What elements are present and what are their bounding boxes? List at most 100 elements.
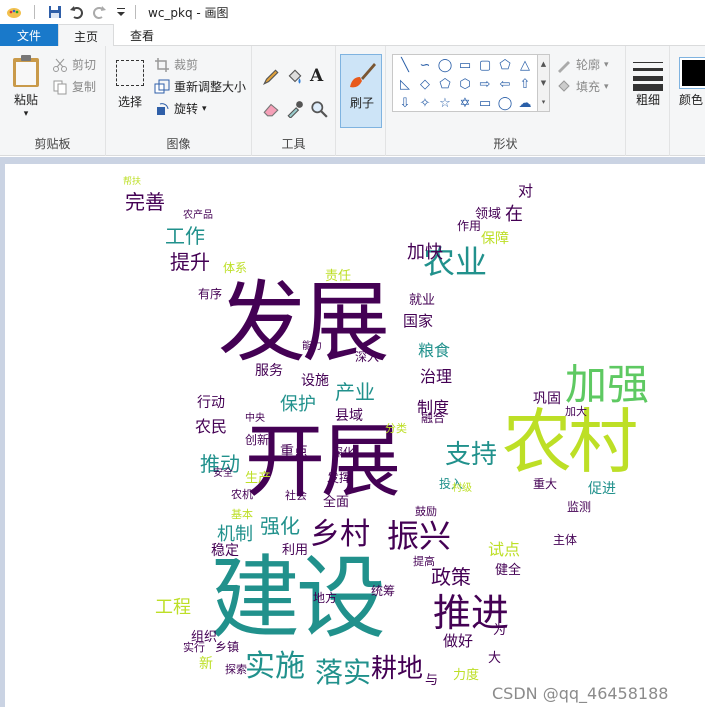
up-arrow-shape-icon[interactable]: ⇧ <box>515 75 535 94</box>
fill-button[interactable]: 填充 ▾ <box>556 78 609 95</box>
word-cloud-word: 实行 <box>183 641 205 654</box>
paste-button[interactable]: 粘贴 ▾ <box>6 50 46 124</box>
scissors-icon <box>53 58 67 72</box>
right-arrow-shape-icon[interactable]: ⇨ <box>475 75 495 94</box>
color-picker-icon[interactable] <box>286 100 304 118</box>
size-button[interactable]: 粗细 <box>630 56 666 128</box>
redo-icon[interactable] <box>91 4 107 20</box>
ribbon: 粘贴 ▾ 剪切 复制 剪贴板 选择 裁剪 重新调整大小 旋转 ▾ 图像 A 工具… <box>0 46 705 156</box>
diamond-shape-icon[interactable]: ◇ <box>415 75 435 94</box>
cut-label: 剪切 <box>72 58 97 72</box>
rect-callout-shape-icon[interactable]: ▭ <box>475 94 495 113</box>
word-cloud-word: 生产 <box>245 471 272 486</box>
workspace: 发展 开展 建设 农村 加强 农业 推进 振兴 乡村 落实 实施 耕地 支持 完善 工作 提升 产业 保护 推动 强化… <box>0 157 705 707</box>
word-cloud-word: 监测 <box>567 500 592 514</box>
word-cloud-word: 重点 <box>280 444 308 460</box>
word-cloud-word: 创新 <box>245 433 270 447</box>
word-cloud-word: 鼓励 <box>415 505 437 518</box>
resize-label: 重新调整大小 <box>174 80 247 94</box>
word-cloud-word: 服务 <box>255 363 283 379</box>
rotate-button[interactable]: 旋转 ▾ <box>154 100 207 117</box>
word-cloud-word: 实施 <box>245 649 305 684</box>
word-cloud-word: 村级 <box>452 483 472 494</box>
word-cloud-word: 大 <box>488 651 502 666</box>
curve-shape-icon[interactable]: ∽ <box>415 56 435 75</box>
save-icon[interactable] <box>47 4 63 20</box>
word-cloud-word: 工程 <box>155 597 191 618</box>
eraser-icon[interactable] <box>262 100 280 118</box>
word-cloud-word: 责任 <box>325 269 352 284</box>
word-cloud-word: 农民 <box>195 417 228 436</box>
triangle-shape-icon[interactable]: △ <box>515 56 535 75</box>
tab-file[interactable]: 文件 <box>0 24 58 46</box>
rounded-rectangle-shape-icon[interactable]: ▢ <box>475 56 495 75</box>
fill-bucket-icon[interactable] <box>286 68 304 86</box>
text-tool-icon[interactable]: A <box>310 66 323 86</box>
shapes-scrollbar[interactable]: ▲ ▼ ▾ <box>538 54 550 112</box>
resize-button[interactable]: 重新调整大小 <box>154 78 246 95</box>
down-arrow-shape-icon[interactable]: ⇩ <box>395 94 415 113</box>
hexagon-shape-icon[interactable]: ⬡ <box>455 75 475 94</box>
word-cloud-word: 强化 <box>260 514 300 538</box>
four-point-star-shape-icon[interactable]: ✧ <box>415 94 435 113</box>
select-label: 选择 <box>117 95 142 109</box>
crop-button[interactable]: 裁剪 <box>154 56 198 73</box>
word-cloud-word: 作用 <box>457 219 482 233</box>
oval-callout-shape-icon[interactable]: ◯ <box>495 94 515 113</box>
oval-shape-icon[interactable]: ◯ <box>435 56 455 75</box>
magnifier-icon[interactable] <box>310 100 328 118</box>
rectangle-shape-icon[interactable]: ▭ <box>455 56 475 75</box>
word-cloud-word: 试点 <box>488 540 521 559</box>
copy-label: 复制 <box>72 80 97 94</box>
brushes-group: 刷子 <box>336 46 386 156</box>
word-cloud-word: 体系 <box>223 261 248 275</box>
outline-button[interactable]: 轮廓 ▾ <box>556 56 609 73</box>
outline-dropdown-icon: ▾ <box>604 59 609 70</box>
copy-icon <box>53 80 67 94</box>
rotate-dropdown-icon: ▾ <box>202 103 207 114</box>
word-cloud-word: 稳定 <box>211 543 239 559</box>
title-separator <box>135 5 136 19</box>
color-label: 颜色 <box>678 93 703 107</box>
brushes-label: 刷子 <box>349 96 374 110</box>
customize-toolbar-icon[interactable] <box>113 4 129 20</box>
size-label: 粗细 <box>635 93 660 107</box>
clipboard-group-label: 剪贴板 <box>34 137 71 151</box>
shapes-gallery[interactable]: ╲ ∽ ◯ ▭ ▢ ⬠ △ ◺ ◇ ⬠ ⬡ ⇨ ⇦ ⇧ ⇩ ✧ ☆ ✡ ▭ ◯ … <box>392 54 538 112</box>
polygon-shape-icon[interactable]: ⬠ <box>495 56 515 75</box>
word-cloud-word: 国家 <box>403 312 434 330</box>
word-cloud-word: 有序 <box>198 287 223 301</box>
word-cloud-word: 发挥 <box>327 471 352 485</box>
cut-button[interactable]: 剪切 <box>52 56 96 73</box>
resize-icon <box>154 79 170 93</box>
word-cloud-word: 保护 <box>280 394 316 415</box>
word-cloud-word: 重大 <box>533 477 558 491</box>
word-cloud-word: 力度 <box>453 668 480 683</box>
left-arrow-shape-icon[interactable]: ⇦ <box>495 75 515 94</box>
pentagon-shape-icon[interactable]: ⬠ <box>435 75 455 94</box>
word-cloud-word: 农产品 <box>183 210 213 221</box>
word-cloud-word: 乡镇 <box>215 640 240 654</box>
rotate-icon <box>157 102 169 115</box>
six-point-star-shape-icon[interactable]: ✡ <box>455 94 475 113</box>
select-button[interactable]: 选择 <box>112 56 146 126</box>
brushes-button[interactable]: 刷子 <box>340 54 382 128</box>
tab-view[interactable]: 查看 <box>114 24 170 46</box>
undo-icon[interactable] <box>69 4 85 20</box>
word-cloud-word: 行动 <box>197 395 225 411</box>
right-triangle-shape-icon[interactable]: ◺ <box>395 75 415 94</box>
word-cloud-word: 探索 <box>225 663 247 676</box>
drawing-canvas[interactable]: 发展 开展 建设 农村 加强 农业 推进 振兴 乡村 落实 实施 耕地 支持 完善 工作 提升 产业 保护 推动 强化… <box>5 164 705 707</box>
word-cloud-word: 支持 <box>445 440 498 470</box>
color1-button[interactable]: 颜色 <box>676 56 705 128</box>
cloud-callout-shape-icon[interactable]: ☁ <box>515 94 535 113</box>
fill-label: 填充 <box>576 80 601 94</box>
copy-button[interactable]: 复制 <box>52 78 96 95</box>
word-cloud-word: 就业 <box>409 293 436 308</box>
clipboard-group: 粘贴 ▾ 剪切 复制 剪贴板 <box>0 46 106 156</box>
tab-home[interactable]: 主页 <box>58 24 114 47</box>
tools-group: A 工具 <box>252 46 336 156</box>
line-shape-icon[interactable]: ╲ <box>395 56 415 75</box>
pencil-icon[interactable] <box>262 68 280 86</box>
five-point-star-shape-icon[interactable]: ☆ <box>435 94 455 113</box>
